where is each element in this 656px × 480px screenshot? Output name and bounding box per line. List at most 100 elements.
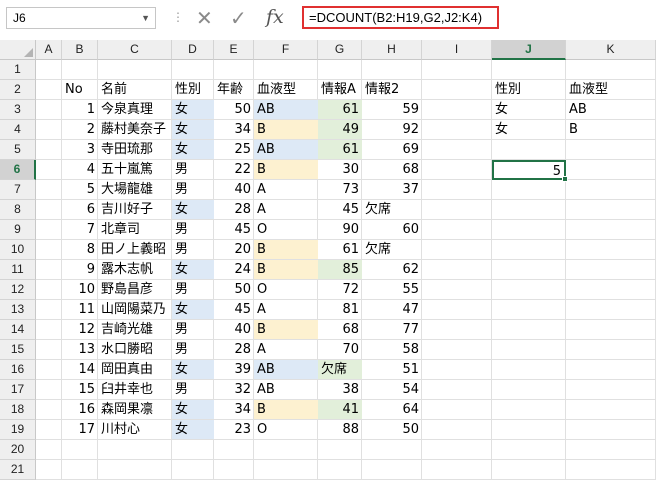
grid-cell[interactable] <box>492 60 566 80</box>
table-cell[interactable]: 73 <box>318 180 362 200</box>
grid-cell[interactable] <box>422 380 492 400</box>
row-header-11[interactable]: 11 <box>0 260 36 280</box>
grid-cell[interactable] <box>36 160 62 180</box>
table-cell[interactable]: 欠席 <box>362 240 422 260</box>
table-cell[interactable]: 64 <box>362 400 422 420</box>
table-cell[interactable]: 60 <box>362 220 422 240</box>
table-cell[interactable]: 45 <box>214 220 254 240</box>
grid-cell[interactable] <box>62 460 98 480</box>
table-cell[interactable]: 6 <box>62 200 98 220</box>
row-header-5[interactable]: 5 <box>0 140 36 160</box>
grid-cell[interactable] <box>318 440 362 460</box>
result-cell-active[interactable]: 5 <box>492 160 566 180</box>
table-cell[interactable]: 女 <box>172 120 214 140</box>
insert-function-icon[interactable]: fx <box>266 5 284 29</box>
grid-cell[interactable] <box>62 440 98 460</box>
grid-cell[interactable] <box>492 440 566 460</box>
table-cell[interactable]: O <box>254 420 318 440</box>
table-cell[interactable]: AB <box>254 360 318 380</box>
table-cell[interactable]: 女 <box>172 420 214 440</box>
table-cell[interactable]: 女 <box>172 100 214 120</box>
table-cell[interactable]: 25 <box>214 140 254 160</box>
table-cell[interactable]: 40 <box>214 180 254 200</box>
table-cell[interactable]: 61 <box>318 140 362 160</box>
column-header-b[interactable]: B <box>62 40 98 60</box>
grid-cell[interactable] <box>422 200 492 220</box>
grid-cell[interactable] <box>36 240 62 260</box>
table-cell[interactable]: 30 <box>318 160 362 180</box>
grid-cell[interactable] <box>318 460 362 480</box>
grid-cell[interactable] <box>36 440 62 460</box>
column-header-g[interactable]: G <box>318 40 362 60</box>
grid-cell[interactable] <box>566 260 656 280</box>
select-all-corner[interactable] <box>0 40 36 60</box>
table-cell[interactable]: 49 <box>318 120 362 140</box>
table-cell[interactable]: 88 <box>318 420 362 440</box>
table-cell[interactable]: 77 <box>362 320 422 340</box>
grid-cell[interactable] <box>566 60 656 80</box>
column-header-e[interactable]: E <box>214 40 254 60</box>
grid-cell[interactable] <box>36 200 62 220</box>
table-cell[interactable]: 17 <box>62 420 98 440</box>
table-cell[interactable]: B <box>254 240 318 260</box>
criteria-cell[interactable]: AB <box>566 100 656 120</box>
grid-cell[interactable] <box>422 100 492 120</box>
grid-cell[interactable] <box>36 340 62 360</box>
table-cell[interactable]: O <box>254 280 318 300</box>
table-cell[interactable]: 45 <box>214 300 254 320</box>
table-cell[interactable]: 11 <box>62 300 98 320</box>
table-cell[interactable]: 男 <box>172 240 214 260</box>
row-header-1[interactable]: 1 <box>0 60 36 80</box>
grid-cell[interactable] <box>62 60 98 80</box>
grid-cell[interactable] <box>98 440 172 460</box>
table-cell[interactable]: 70 <box>318 340 362 360</box>
grid-cell[interactable] <box>422 140 492 160</box>
grid-cell[interactable] <box>36 220 62 240</box>
row-header-14[interactable]: 14 <box>0 320 36 340</box>
grid-cell[interactable] <box>422 160 492 180</box>
table-cell[interactable]: AB <box>254 100 318 120</box>
grid-cell[interactable] <box>492 140 566 160</box>
table-cell[interactable]: B <box>254 320 318 340</box>
grid-cell[interactable] <box>36 140 62 160</box>
grid-cell[interactable] <box>36 280 62 300</box>
table-cell[interactable]: 54 <box>362 380 422 400</box>
table-cell[interactable]: B <box>254 400 318 420</box>
row-header-2[interactable]: 2 <box>0 80 36 100</box>
table-cell[interactable]: 4 <box>62 160 98 180</box>
table-cell[interactable]: 50 <box>362 420 422 440</box>
grid-cell[interactable] <box>566 160 656 180</box>
table-cell[interactable]: 女 <box>172 300 214 320</box>
table-cell[interactable]: A <box>254 180 318 200</box>
table-cell[interactable]: 藤村美奈子 <box>98 120 172 140</box>
grid-cell[interactable] <box>422 440 492 460</box>
table-cell[interactable]: 50 <box>214 100 254 120</box>
table-cell[interactable]: 15 <box>62 380 98 400</box>
table-cell[interactable]: 男 <box>172 180 214 200</box>
grid-cell[interactable] <box>36 180 62 200</box>
grid-cell[interactable] <box>492 180 566 200</box>
grid-cell[interactable] <box>422 80 492 100</box>
table-cell[interactable]: 欠席 <box>318 360 362 380</box>
grid-cell[interactable] <box>36 60 62 80</box>
chevron-down-icon[interactable]: ▼ <box>141 8 150 28</box>
row-header-7[interactable]: 7 <box>0 180 36 200</box>
table-cell[interactable]: 北章司 <box>98 220 172 240</box>
table-cell[interactable]: AB <box>254 380 318 400</box>
table-cell[interactable]: B <box>254 260 318 280</box>
table-cell[interactable]: 9 <box>62 260 98 280</box>
table-cell[interactable]: 24 <box>214 260 254 280</box>
grid-cell[interactable] <box>492 320 566 340</box>
grid-cell[interactable] <box>422 220 492 240</box>
row-header-17[interactable]: 17 <box>0 380 36 400</box>
column-header-i[interactable]: I <box>422 40 492 60</box>
table-cell[interactable]: O <box>254 220 318 240</box>
grid-cell[interactable] <box>422 180 492 200</box>
table-cell[interactable]: 37 <box>362 180 422 200</box>
grid-cell[interactable] <box>422 320 492 340</box>
grid-cell[interactable] <box>422 340 492 360</box>
table-cell[interactable]: 寺田琉那 <box>98 140 172 160</box>
grid-cell[interactable] <box>36 380 62 400</box>
grid-cell[interactable] <box>566 340 656 360</box>
table-cell[interactable]: 山岡陽菜乃 <box>98 300 172 320</box>
